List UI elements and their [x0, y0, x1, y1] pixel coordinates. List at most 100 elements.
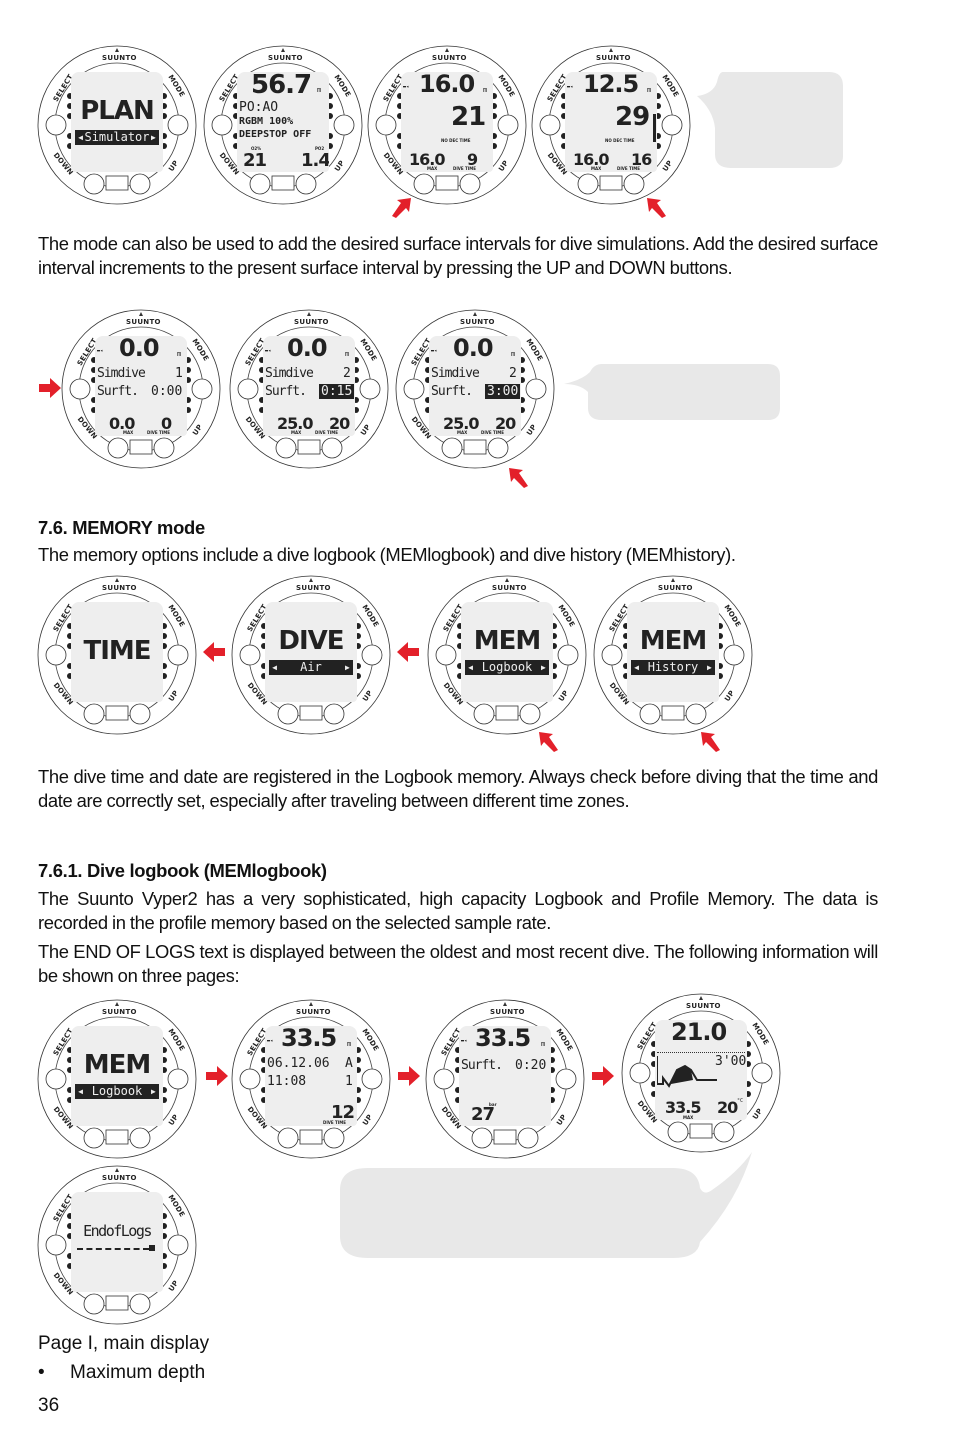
depth-value: 21.0	[671, 1020, 727, 1046]
watch-surface-interval-2: SUUNTO SELECT MODE DOWN UP ▬◂ 0.0 m Simdive 2…	[228, 308, 390, 470]
mode-side-button[interactable]	[525, 378, 547, 400]
select-side-button[interactable]	[601, 644, 623, 666]
surface-time-label: Surft.	[431, 384, 473, 399]
mode-selector: ◂ History ▸	[631, 660, 715, 675]
dive-time-label: DIVE TIME	[481, 430, 504, 435]
brand-label: SUUNTO	[686, 1002, 721, 1010]
mode-side-button[interactable]	[497, 114, 519, 136]
depth-unit: m	[647, 86, 652, 94]
up-button[interactable]	[623, 173, 645, 195]
down-button[interactable]	[83, 173, 105, 195]
brand-label: SUUNTO	[102, 1008, 137, 1016]
depth-unit: m	[541, 1040, 546, 1048]
down-button[interactable]	[275, 437, 297, 459]
up-button[interactable]	[459, 173, 481, 195]
down-button[interactable]	[249, 173, 271, 195]
select-side-button[interactable]	[45, 114, 67, 136]
mode-selector: ◂ Air ▸	[269, 660, 353, 675]
down-button[interactable]	[577, 173, 599, 195]
up-button[interactable]	[129, 1127, 151, 1149]
watch-time-mode: SUUNTO SELECT MODE DOWN UP TIME	[36, 574, 198, 736]
up-button[interactable]	[153, 437, 175, 459]
down-button[interactable]	[471, 1127, 493, 1149]
select-side-button[interactable]	[375, 114, 397, 136]
select-side-button[interactable]	[239, 644, 261, 666]
temperature-value: 20	[717, 1098, 738, 1117]
select-side-button[interactable]	[237, 378, 259, 400]
dive-time-label: DIVE TIME	[323, 1120, 346, 1125]
select-side-button[interactable]	[45, 1234, 67, 1256]
down-button[interactable]	[83, 1293, 105, 1315]
watch-lcd-display: 21.0 3'00 33.5 20 °C MAX	[655, 1020, 747, 1120]
page-label: Page I, main display	[38, 1333, 210, 1354]
down-button[interactable]	[83, 1127, 105, 1149]
mode-side-button[interactable]	[167, 1234, 189, 1256]
down-button[interactable]	[413, 173, 435, 195]
mode-selector: ◂ Simulator ▸	[75, 130, 159, 145]
down-button[interactable]	[441, 437, 463, 459]
up-button[interactable]	[487, 437, 509, 459]
select-side-button[interactable]	[45, 644, 67, 666]
down-button[interactable]	[83, 703, 105, 725]
mode-side-button[interactable]	[167, 114, 189, 136]
down-button[interactable]	[639, 703, 661, 725]
up-button[interactable]	[713, 1121, 735, 1143]
up-button[interactable]	[129, 173, 151, 195]
select-side-button[interactable]	[539, 114, 561, 136]
mode-side-button[interactable]	[167, 644, 189, 666]
mode-side-button[interactable]	[191, 378, 213, 400]
mode-side-button[interactable]	[359, 378, 381, 400]
down-button[interactable]	[667, 1121, 689, 1143]
surface-time-value: 3:00	[485, 384, 521, 399]
up-button[interactable]	[321, 437, 343, 459]
down-button[interactable]	[473, 703, 495, 725]
select-side-button[interactable]	[69, 378, 91, 400]
watch-lcd-display: ▬◂ 16.0 m 21 NO DEC TIME 16.0 9 MAX DIVE TIME	[401, 72, 493, 172]
select-side-button[interactable]	[211, 114, 233, 136]
brand-label: SUUNTO	[268, 54, 303, 62]
brand-label: SUUNTO	[102, 1174, 137, 1182]
mode-side-button[interactable]	[333, 114, 355, 136]
up-button[interactable]	[129, 1293, 151, 1315]
mode-side-button[interactable]	[167, 1068, 189, 1090]
paragraph-end-of-logs: The END OF LOGS text is displayed betwee…	[38, 941, 878, 986]
mode-side-button[interactable]	[723, 644, 745, 666]
max-depth-value: 33.5	[475, 1026, 531, 1052]
mode-side-button[interactable]	[751, 1062, 773, 1084]
dive-profile-graph	[657, 1056, 717, 1088]
paragraph-surface-interval: The mode can also be used to add the des…	[38, 233, 878, 278]
mode-side-button[interactable]	[557, 644, 579, 666]
up-button[interactable]	[323, 1127, 345, 1149]
up-button[interactable]	[129, 703, 151, 725]
down-button[interactable]	[277, 1127, 299, 1149]
select-side-button[interactable]	[435, 644, 457, 666]
chevron-left-icon: ◂	[271, 660, 279, 674]
paragraph-time-date: The dive time and date are registered in…	[38, 766, 878, 811]
select-side-button[interactable]	[403, 378, 425, 400]
up-button[interactable]	[323, 703, 345, 725]
mode-side-button[interactable]	[661, 114, 683, 136]
max-label: MAX	[427, 166, 438, 171]
select-side-button[interactable]	[45, 1068, 67, 1090]
up-button[interactable]	[685, 703, 707, 725]
battery-icon: ▬◂	[265, 348, 272, 354]
arrow-left-icon	[203, 642, 225, 662]
select-side-button[interactable]	[433, 1068, 455, 1090]
up-button[interactable]	[517, 1127, 539, 1149]
down-button[interactable]	[277, 703, 299, 725]
chevron-right-icon: ▸	[343, 660, 351, 674]
select-side-button[interactable]	[629, 1062, 651, 1084]
mode-side-button[interactable]	[361, 1068, 383, 1090]
dive-time-label: DIVE TIME	[453, 166, 476, 171]
mode-side-button[interactable]	[555, 1068, 577, 1090]
selector-value: Logbook	[481, 660, 533, 674]
mode-side-button[interactable]	[361, 644, 383, 666]
down-button[interactable]	[107, 437, 129, 459]
chevron-right-icon: ▸	[705, 660, 713, 674]
arrow-right-icon	[206, 1066, 228, 1086]
max-label: MAX	[457, 430, 468, 435]
select-side-button[interactable]	[239, 1068, 261, 1090]
up-button[interactable]	[295, 173, 317, 195]
rgbm-setting: RGBM 100%	[239, 116, 294, 127]
up-button[interactable]	[519, 703, 541, 725]
